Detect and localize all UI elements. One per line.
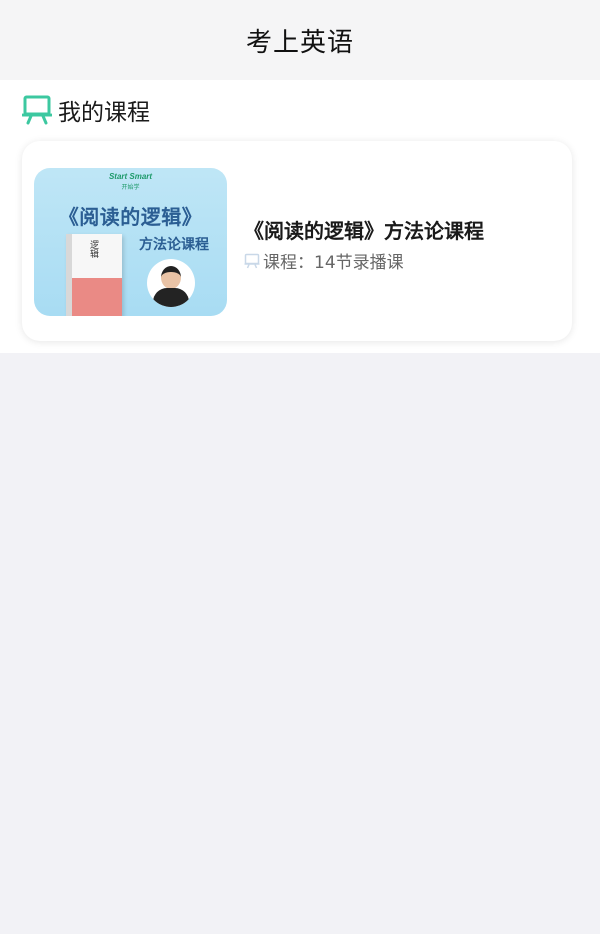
presentation-board-icon <box>21 95 53 125</box>
thumbnail-brand-sub: 开始学 <box>121 184 140 191</box>
book-cover-title: 逻辑 <box>88 240 98 258</box>
my-courses-section: 我的课程 Start Smart 开始学 《阅读的逻辑》 方法论课程 逻辑 《阅… <box>0 80 600 353</box>
thumbnail-subtitle: 方法论课程 <box>139 237 209 253</box>
course-title: 《阅读的逻辑》方法论课程 <box>244 219 484 243</box>
course-card[interactable]: Start Smart 开始学 《阅读的逻辑》 方法论课程 逻辑 《阅读的逻辑》… <box>22 141 572 341</box>
author-portrait-image <box>147 259 195 307</box>
section-heading: 我的课程 <box>21 94 150 126</box>
page-title: 考上英语 <box>245 27 354 58</box>
thumbnail-title: 《阅读的逻辑》 <box>58 205 203 229</box>
book-cover-image: 逻辑 <box>66 234 122 316</box>
course-thumbnail: Start Smart 开始学 《阅读的逻辑》 方法论课程 逻辑 <box>34 168 227 316</box>
course-info: 《阅读的逻辑》方法论课程 课程：14节录播课 <box>244 215 564 273</box>
thumbnail-brand-logo: Start Smart <box>108 172 153 181</box>
section-title: 我的课程 <box>58 100 150 126</box>
presentation-board-icon <box>244 253 260 269</box>
course-meta: 课程：14节录播课 <box>244 248 564 273</box>
course-lesson-count: 课程：14节录播课 <box>263 253 404 273</box>
app-header: 考上英语 <box>0 0 600 80</box>
